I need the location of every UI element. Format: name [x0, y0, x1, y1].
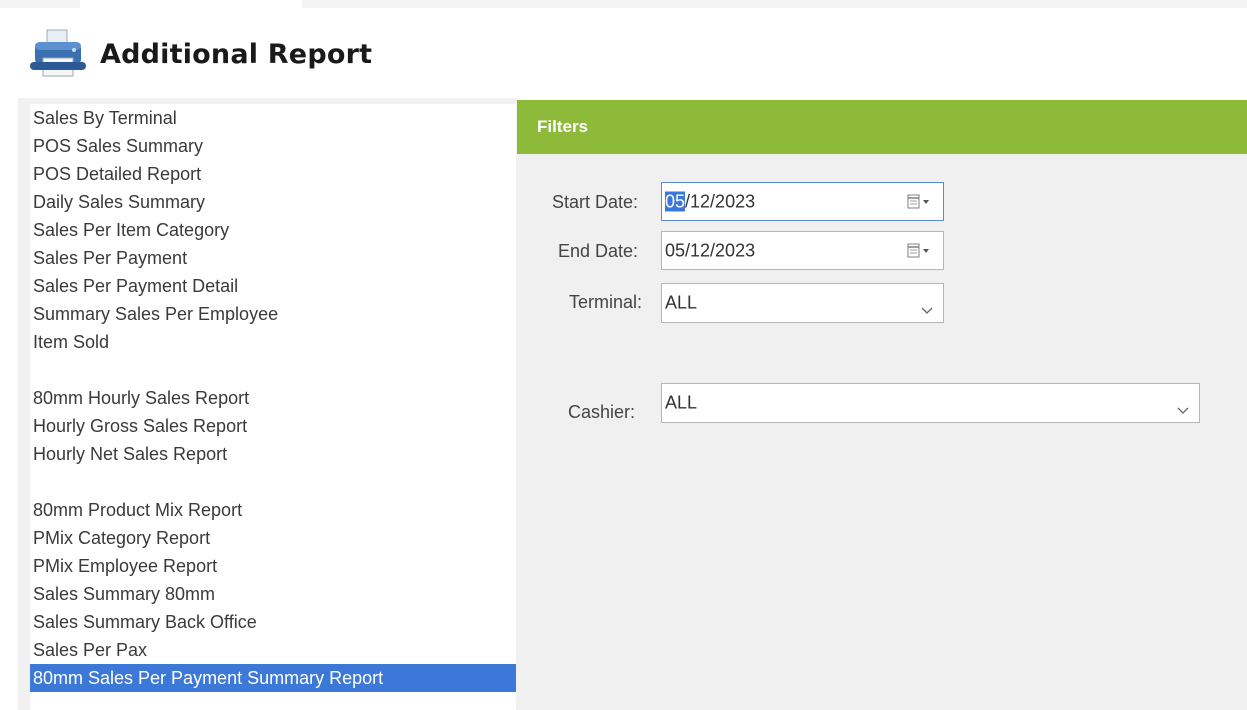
end-date-label: End Date: [557, 241, 638, 261]
report-item-daily-sales-summary[interactable]: Daily Sales Summary [30, 188, 516, 216]
start-date-value: 05/12/2023 [665, 191, 755, 212]
cashier-label: Cashier: [567, 402, 635, 422]
report-item-sales-per-pax[interactable]: Sales Per Pax [30, 636, 516, 664]
terminal-label: Terminal: [568, 292, 642, 312]
window-tab [80, 0, 302, 8]
end-date-value: 05/12/2023 [665, 240, 756, 260]
report-item-sales-per-item-category[interactable]: Sales Per Item Category [30, 216, 516, 244]
filters-header: Filters [517, 100, 1247, 154]
terminal-select[interactable]: ALL [661, 283, 944, 323]
list-separator [30, 356, 516, 384]
page-header: Additional Report [30, 24, 372, 84]
report-item-80mm-hourly-sales[interactable]: 80mm Hourly Sales Report [30, 384, 516, 412]
report-item-hourly-net-sales[interactable]: Hourly Net Sales Report [30, 440, 516, 468]
top-strip [0, 0, 1247, 8]
report-item-sales-summary-back-office[interactable]: Sales Summary Back Office [30, 608, 516, 636]
report-item-hourly-gross-sales[interactable]: Hourly Gross Sales Report [30, 412, 516, 440]
report-item-80mm-product-mix[interactable]: 80mm Product Mix Report [30, 496, 516, 524]
report-item-sales-summary-80mm[interactable]: Sales Summary 80mm [30, 580, 516, 608]
terminal-value: ALL [665, 292, 698, 313]
report-list: Sales By Terminal POS Sales Summary POS … [30, 104, 516, 710]
calendar-dropdown-icon[interactable] [907, 243, 933, 259]
page-title: Additional Report [100, 38, 373, 70]
report-item-item-sold[interactable]: Item Sold [30, 328, 516, 356]
cashier-select[interactable]: ALL [661, 383, 1200, 423]
end-date-field[interactable]: 05/12/2023 [661, 231, 944, 270]
report-item-pos-detailed-report[interactable]: POS Detailed Report [30, 160, 516, 188]
start-date-field[interactable]: 05/12/2023 [661, 182, 944, 221]
report-item-pmix-category[interactable]: PMix Category Report [30, 524, 516, 552]
report-item-sales-per-payment[interactable]: Sales Per Payment [30, 244, 516, 272]
cashier-value: ALL [665, 392, 698, 413]
chevron-down-icon [921, 299, 933, 314]
start-date-rest: /12/2023 [685, 191, 756, 211]
report-item-pmix-employee[interactable]: PMix Employee Report [30, 552, 516, 580]
report-item-sales-by-terminal[interactable]: Sales By Terminal [30, 104, 516, 132]
calendar-dropdown-icon[interactable] [907, 194, 933, 210]
report-item-pos-sales-summary[interactable]: POS Sales Summary [30, 132, 516, 160]
filters-panel: Filters Start Date: 05/12/2023 End Date:… [517, 100, 1247, 710]
list-separator [30, 468, 516, 496]
report-item-sales-per-payment-detail[interactable]: Sales Per Payment Detail [30, 272, 516, 300]
printer-icon [30, 28, 86, 80]
report-item-80mm-sales-per-payment-summary[interactable]: 80mm Sales Per Payment Summary Report [30, 664, 516, 692]
start-date-label: Start Date: [551, 192, 638, 212]
report-item-summary-sales-per-employee[interactable]: Summary Sales Per Employee [30, 300, 516, 328]
start-date-selected-part: 05 [665, 191, 686, 211]
chevron-down-icon [1177, 399, 1189, 414]
